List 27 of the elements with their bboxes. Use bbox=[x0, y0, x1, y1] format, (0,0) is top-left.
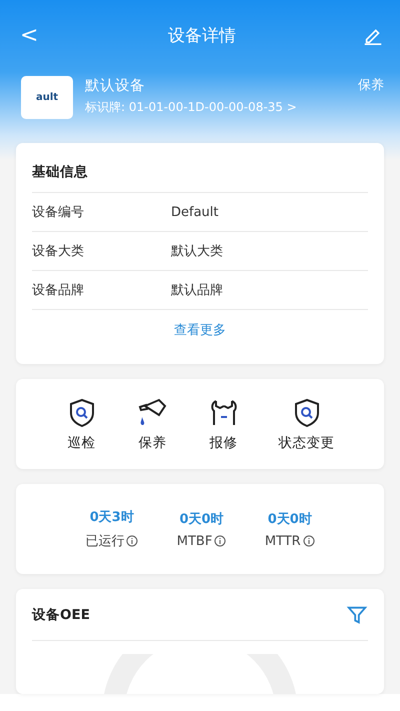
field-label: 设备品牌 bbox=[32, 282, 85, 299]
stat-label: MTBF bbox=[176, 534, 212, 548]
action-button[interactable]: 报修 bbox=[208, 396, 240, 452]
field-value: Default bbox=[171, 204, 218, 220]
stat-label: MTTR bbox=[264, 534, 301, 548]
device-name: 默认设备 bbox=[85, 77, 146, 95]
page-title: 设备详情 bbox=[168, 24, 236, 46]
filter-icon[interactable] bbox=[346, 604, 368, 626]
action-button[interactable]: 巡检 bbox=[66, 396, 98, 452]
device-status: 保养 bbox=[358, 77, 384, 94]
section-title: 基础信息 bbox=[32, 163, 368, 193]
field-value: 默认大类 bbox=[171, 243, 223, 260]
action-button[interactable]: 保养 bbox=[136, 396, 168, 452]
section-title: 设备OEE bbox=[32, 606, 90, 624]
info-icon[interactable] bbox=[126, 535, 138, 547]
stat-value: 0天0时 bbox=[179, 510, 224, 528]
field-label: 设备编号 bbox=[32, 204, 85, 221]
field-label: 设备大类 bbox=[32, 243, 85, 260]
info-icon[interactable] bbox=[214, 535, 226, 547]
action-button[interactable]: 状态变更 bbox=[278, 396, 334, 452]
stat-value: 0天3时 bbox=[90, 509, 134, 526]
info-icon[interactable] bbox=[302, 535, 315, 547]
field-value: 默认品牌 bbox=[171, 282, 223, 299]
device-logo: ault bbox=[21, 76, 73, 119]
view-more-link[interactable]: 查看更多 bbox=[168, 320, 232, 340]
stat-label: 已运行 bbox=[85, 533, 124, 550]
stat-value: 0天0时 bbox=[268, 510, 312, 528]
